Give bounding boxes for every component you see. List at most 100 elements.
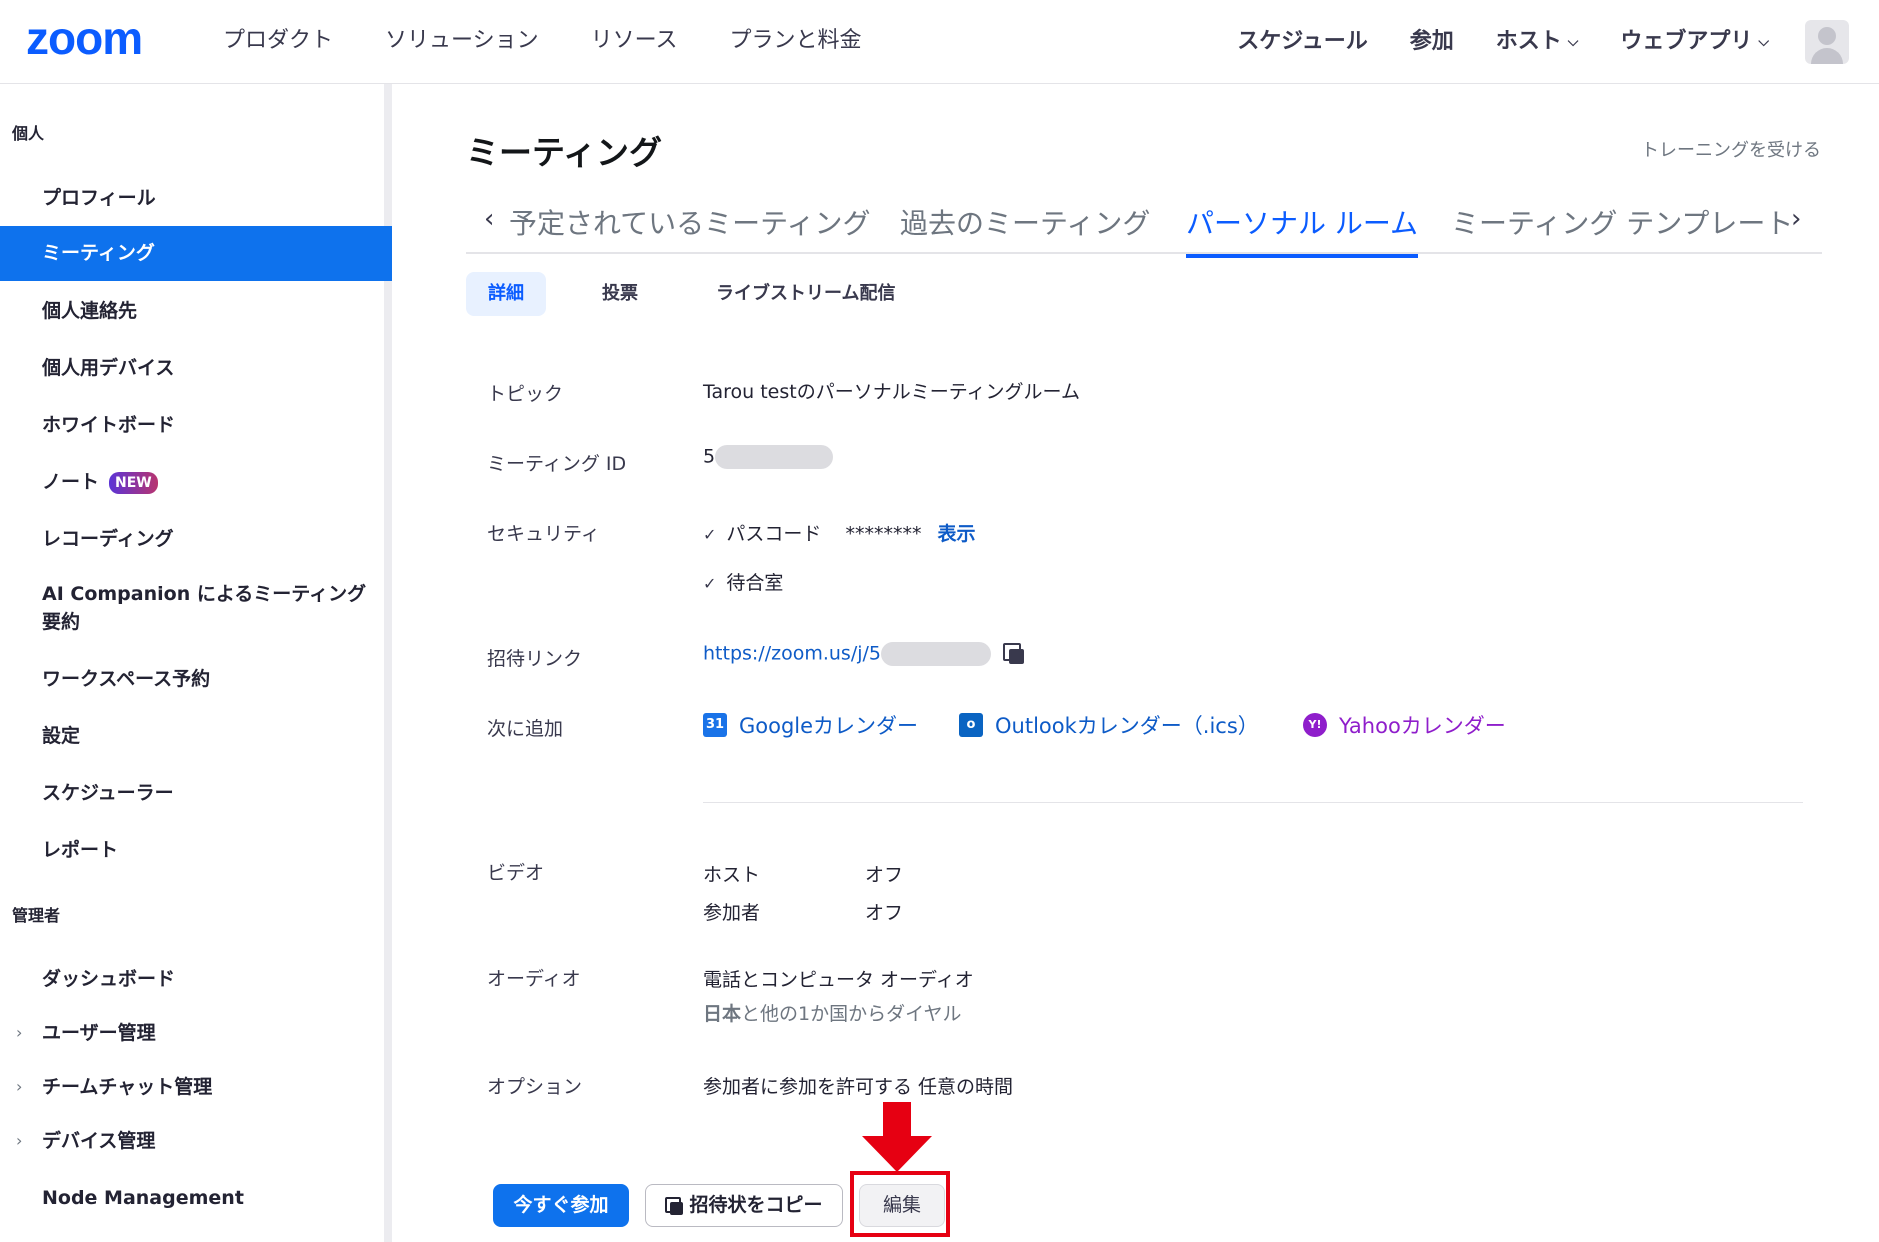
audio-value: 電話とコンピュータ オーディオ [703, 969, 974, 991]
sidebar-item-user-management[interactable]: › ユーザー管理 [0, 1019, 392, 1047]
nav-webapp-label: ウェブアプリ [1620, 29, 1753, 54]
sidebar-section-admin: 管理者 [12, 906, 61, 925]
meeting-tabs: ‹ 予定されているミーティング 過去のミーティング パーソナル ルーム ミーティ… [466, 194, 1822, 258]
passcode-mask: ******** [845, 523, 922, 545]
sidebar-item-scheduler[interactable]: スケジューラー [0, 779, 392, 807]
meeting-id-redacted [715, 445, 834, 469]
sidebar-item-user-management-label: ユーザー管理 [42, 1022, 156, 1044]
check-icon: ✓ [703, 525, 717, 544]
meeting-id-prefix: 5 [703, 445, 716, 468]
subtab-polls[interactable]: 投票 [580, 272, 660, 316]
video-label: ビデオ [487, 862, 545, 884]
nav-webapp[interactable]: ウェブアプリ ⌵ [1620, 22, 1769, 62]
sidebar-item-notes-label: ノート [42, 471, 100, 493]
sidebar-item-team-chat-label: チームチャット管理 [42, 1076, 213, 1098]
copy-invitation-label: 招待状をコピー [689, 1194, 823, 1216]
sidebar-item-device-management[interactable]: › デバイス管理 [0, 1127, 392, 1155]
nav-solutions[interactable]: ソリューション [385, 26, 539, 56]
add-to-label: 次に追加 [487, 718, 564, 740]
copy-icon [665, 1196, 684, 1215]
video-participant-label: 参加者 [703, 902, 761, 924]
subtab-livestream[interactable]: ライブストリーム配信 [694, 272, 917, 316]
section-divider [703, 802, 1803, 803]
dial-in-country[interactable]: 日本 [703, 1003, 741, 1025]
show-passcode-link[interactable]: 表示 [938, 523, 976, 545]
copy-icon[interactable] [1003, 643, 1025, 665]
sidebar-item-recordings[interactable]: レコーディング [0, 525, 392, 553]
options-value: 参加者に参加を許可する 任意の時間 [703, 1076, 1014, 1098]
yahoo-calendar-label: Yahooカレンダー [1339, 714, 1506, 738]
invite-link[interactable]: https://zoom.us/j/5 [703, 643, 881, 665]
sidebar-section-personal: 個人 [12, 124, 45, 143]
waiting-room-row: ✓ 待合室 [703, 568, 783, 595]
main-content: ミーティング トレーニングを受ける ‹ 予定されているミーティング 過去のミーテ… [400, 84, 1879, 1242]
nav-join[interactable]: 参加 [1410, 22, 1454, 62]
sidebar-item-contacts[interactable]: 個人連絡先 [0, 297, 392, 325]
nav-host-label: ホスト [1495, 29, 1562, 54]
chevron-down-icon: ⌵ [1567, 34, 1579, 50]
sidebar-item-notes[interactable]: ノート NEW [0, 468, 392, 496]
nav-schedule[interactable]: スケジュール [1237, 22, 1367, 62]
secondary-nav: スケジュール 参加 ホスト ⌵ ウェブアプリ ⌵ [1195, 20, 1849, 64]
annotation-highlight-box [850, 1171, 950, 1237]
dial-in-suffix: と他の1か国からダイヤル [741, 1003, 962, 1025]
nav-pricing[interactable]: プランと料金 [729, 26, 861, 56]
zoom-logo[interactable]: zoom [26, 15, 143, 61]
sidebar-item-meetings[interactable]: ミーティング [0, 226, 392, 281]
sidebar-item-settings[interactable]: 設定 [0, 722, 392, 750]
sidebar-item-devices[interactable]: 個人用デバイス [0, 354, 392, 382]
sidebar-item-team-chat[interactable]: › チームチャット管理 [0, 1073, 392, 1101]
sidebar-item-device-management-label: デバイス管理 [42, 1130, 156, 1152]
chevron-right-icon[interactable]: › [1791, 204, 1801, 234]
meeting-id-label: ミーティング ID [487, 453, 627, 475]
outlook-calendar-label: Outlookカレンダー（.ics） [995, 714, 1259, 738]
invite-link-row: https://zoom.us/j/5 [703, 642, 1025, 666]
nav-host[interactable]: ホスト ⌵ [1496, 22, 1579, 62]
google-calendar-icon: 31 [703, 713, 727, 737]
primary-nav: プロダクト ソリューション リソース プランと料金 [223, 26, 914, 56]
google-calendar-link[interactable]: 31 Googleカレンダー [703, 710, 918, 740]
nav-schedule-label: スケジュール [1237, 29, 1368, 54]
sidebar-item-node-management[interactable]: Node Management [0, 1184, 392, 1212]
copy-invitation-button[interactable]: 招待状をコピー [645, 1184, 843, 1227]
tab-upcoming[interactable]: 予定されているミーティング [509, 206, 870, 242]
chevron-right-icon: › [16, 1131, 23, 1150]
tab-personal-room[interactable]: パーソナル ルーム [1186, 206, 1419, 258]
topic-value: Tarou testのパーソナルミーティングルーム [703, 381, 1080, 403]
nav-resources[interactable]: リソース [591, 26, 678, 56]
sidebar-item-whiteboard[interactable]: ホワイトボード [0, 411, 392, 439]
sidebar-item-reports[interactable]: レポート [0, 836, 392, 864]
tab-previous[interactable]: 過去のミーティング [900, 206, 1150, 242]
new-badge: NEW [109, 471, 158, 494]
yahoo-icon: Y! [1303, 713, 1327, 737]
meeting-id-value: 5 [703, 445, 834, 469]
top-navbar: zoom プロダクト ソリューション リソース プランと料金 スケジュール 参加… [0, 0, 1879, 84]
sidebar-item-ai-summary[interactable]: AI Companion によるミーティング要約 [0, 580, 370, 636]
chevron-down-icon: ⌵ [1758, 34, 1769, 50]
annotation-arrow-shaft [883, 1102, 911, 1138]
nav-join-label: 参加 [1409, 29, 1454, 54]
subtab-details[interactable]: 詳細 [466, 272, 546, 316]
video-host-label: ホスト [703, 864, 761, 886]
passcode-label: パスコード [726, 523, 822, 545]
topic-label: トピック [487, 383, 564, 405]
check-icon: ✓ [703, 574, 717, 593]
join-now-button[interactable]: 今すぐ参加 [493, 1184, 629, 1227]
sidebar-item-dashboard[interactable]: ダッシュボード [0, 965, 392, 993]
yahoo-calendar-link[interactable]: Y! Yahooカレンダー [1303, 710, 1506, 740]
page-title: ミーティング [466, 133, 663, 172]
sidebar: 個人 プロフィール ミーティング 個人連絡先 個人用デバイス ホワイトボード ノ… [0, 84, 392, 1242]
chevron-right-icon: › [16, 1077, 23, 1096]
chevron-left-icon[interactable]: ‹ [484, 204, 494, 234]
tab-templates[interactable]: ミーティング テンプレート [1451, 206, 1793, 242]
annotation-arrow-head [862, 1136, 932, 1172]
avatar-icon[interactable] [1805, 20, 1849, 64]
chevron-right-icon: › [16, 1023, 23, 1042]
nav-products[interactable]: プロダクト [223, 26, 333, 56]
training-link[interactable]: トレーニングを受ける [1641, 136, 1821, 162]
outlook-icon: o [959, 713, 983, 737]
outlook-calendar-link[interactable]: o Outlookカレンダー（.ics） [959, 710, 1259, 740]
sidebar-item-workspace[interactable]: ワークスペース予約 [0, 665, 392, 693]
security-label: セキュリティ [487, 523, 600, 545]
sidebar-item-profile[interactable]: プロフィール [0, 184, 392, 212]
